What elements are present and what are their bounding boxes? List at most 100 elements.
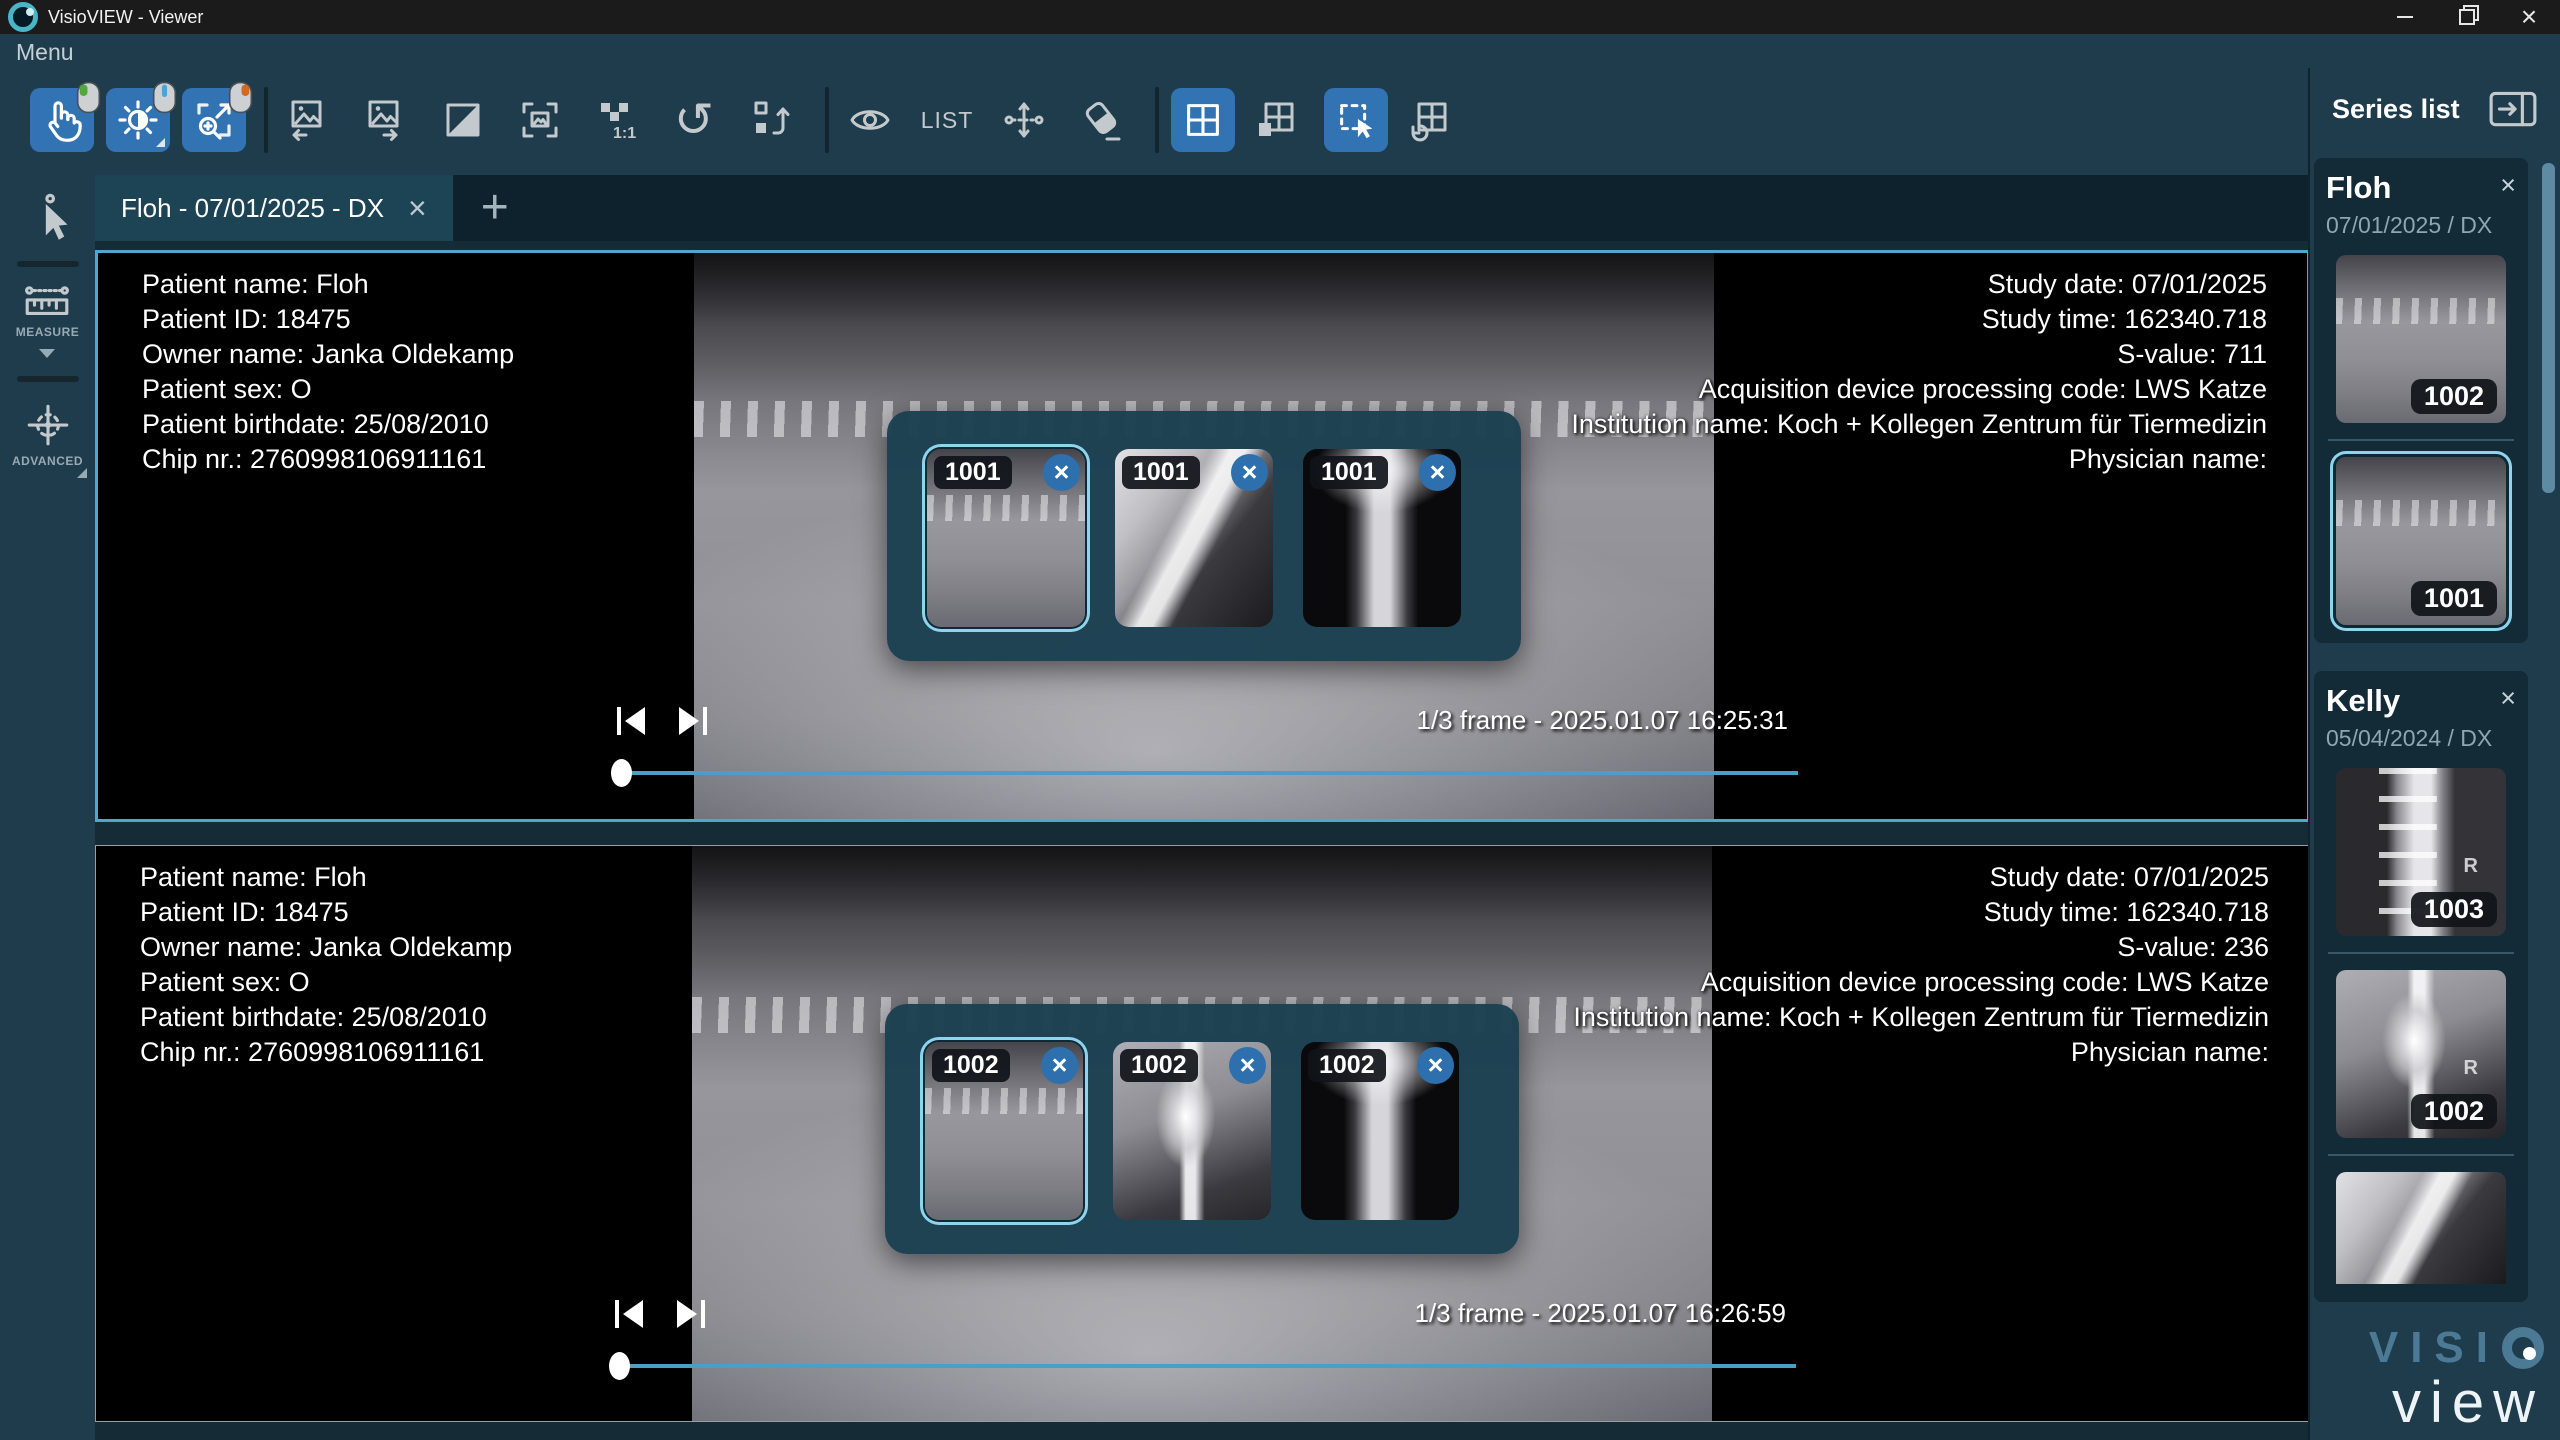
viewport-2[interactable]: Patient name: Floh Patient ID: 18475 Own… (95, 845, 2310, 1422)
patient-sex: Patient sex: O (142, 372, 514, 407)
series-thumbnail[interactable]: R 1003 (2336, 768, 2506, 936)
tab-floh-study[interactable]: Floh - 07/01/2025 - DX × (95, 175, 453, 241)
toolbar-separator (264, 87, 268, 153)
measure-tool[interactable]: MEASURE (16, 285, 80, 358)
eraser-button[interactable] (1072, 88, 1130, 152)
patient-info-overlay: Patient name: Floh Patient ID: 18475 Own… (142, 267, 514, 477)
series-thumbnail[interactable]: 1001 (2336, 457, 2506, 625)
cursor-icon (22, 191, 74, 243)
window-title: VisioVIEW - Viewer (48, 7, 203, 28)
next-frame-icon (673, 702, 711, 740)
window-level-tool-button[interactable] (106, 88, 170, 152)
viewport-1-inner: Patient name: Floh Patient ID: 18475 Own… (98, 253, 2307, 819)
collapse-panel-icon[interactable] (2488, 88, 2538, 130)
zoom-tool-button[interactable] (182, 88, 246, 152)
slider-handle[interactable] (611, 759, 632, 787)
next-frame-button[interactable] (668, 1292, 712, 1336)
owner-name: Owner name: Janka Oldekamp (140, 930, 512, 965)
slider-handle[interactable] (609, 1352, 630, 1380)
alt-layout-icon (1405, 96, 1453, 144)
tab-close-icon[interactable]: × (408, 192, 427, 224)
series-sort-button[interactable] (742, 88, 800, 152)
fit-to-screen-button[interactable] (511, 88, 569, 152)
series-number-badge: 1003 (2411, 892, 2497, 927)
tool-divider (17, 261, 79, 267)
thumbnail-close-button[interactable]: × (1043, 454, 1080, 491)
minimize-button[interactable] (2374, 0, 2436, 34)
sort-layout-icon (747, 96, 795, 144)
eye-icon (846, 96, 894, 144)
series-thumbnail[interactable]: R 1002 (2336, 970, 2506, 1138)
study-time: Study time: 162340.718 (1573, 895, 2269, 930)
pointer-tool[interactable] (22, 191, 74, 243)
close-icon: × (2521, 3, 2537, 31)
viewport-1[interactable]: Patient name: Floh Patient ID: 18475 Own… (95, 250, 2310, 822)
thumbnail-close-button[interactable]: × (1417, 1047, 1454, 1084)
region-select-button[interactable] (1324, 88, 1388, 152)
series-thumbnail[interactable] (2336, 1172, 2506, 1284)
rotate-button[interactable]: ↺ (665, 88, 723, 152)
minimize-icon (2397, 16, 2413, 18)
thumbnail-divider (2328, 1154, 2514, 1156)
previous-frame-button[interactable] (608, 1292, 652, 1336)
series-group-close-button[interactable]: × (2500, 172, 2516, 199)
grid-2x2-icon (1180, 97, 1226, 143)
thumbnail-number: 1002 (1308, 1049, 1386, 1082)
invert-button[interactable] (434, 88, 492, 152)
s-value: S-value: 236 (1573, 930, 2269, 965)
grid-layout-button[interactable] (1171, 88, 1235, 152)
left-tool-panel: MEASURE ADVANCED (0, 175, 95, 1440)
patient-id: Patient ID: 18475 (142, 302, 514, 337)
series-group-header: Floh × (2326, 170, 2516, 206)
series-group-close-button[interactable]: × (2500, 685, 2516, 712)
frame-slider[interactable] (625, 1364, 1796, 1368)
thumbnail-close-button[interactable]: × (1041, 1047, 1078, 1084)
mouse-left-button-icon (76, 81, 101, 114)
thumbnail-close-button[interactable]: × (1229, 1047, 1266, 1084)
alternate-layout-button[interactable] (1400, 88, 1458, 152)
series-thumbnail-popup: 1002 × 1002 × 1002 × (885, 1004, 1519, 1254)
next-frame-button[interactable] (670, 699, 714, 743)
series-group-date: 05/04/2024 / DX (2326, 725, 2516, 752)
thumbnail-number: 1002 (1120, 1049, 1198, 1082)
toolbar: 1:1 ↺ LIST (0, 70, 2308, 170)
thumbnail-number: 1002 (932, 1049, 1010, 1082)
visibility-button[interactable] (841, 88, 899, 152)
popup-thumbnail[interactable]: 1002 × (925, 1042, 1083, 1220)
thumbnail-close-button[interactable]: × (1231, 454, 1268, 491)
series-thumbnail-popup: 1001 × 1001 × 1001 × (887, 411, 1521, 661)
restore-button[interactable] (2436, 0, 2498, 34)
previous-image-button[interactable] (280, 88, 338, 152)
thumbnail-close-button[interactable]: × (1419, 454, 1456, 491)
svg-text:1:1: 1:1 (613, 125, 636, 142)
close-button[interactable]: × (2498, 0, 2560, 34)
advanced-tool[interactable]: ADVANCED (12, 400, 83, 468)
frame-slider[interactable] (627, 771, 1798, 775)
popup-thumbnail[interactable]: 1002 × (1301, 1042, 1459, 1220)
series-scrollbar[interactable] (2542, 163, 2555, 493)
popup-thumbnail[interactable]: 1002 × (1113, 1042, 1271, 1220)
viewport-2-inner: Patient name: Floh Patient ID: 18475 Own… (96, 846, 2309, 1421)
custom-layout-button[interactable] (1247, 88, 1305, 152)
frame-info-text: 1/3 frame - 2025.01.07 16:26:59 (1286, 1298, 1786, 1329)
series-thumbnail[interactable]: 1002 (2336, 255, 2506, 423)
pan-tool-button[interactable] (30, 88, 94, 152)
previous-frame-button[interactable] (610, 699, 654, 743)
popup-thumbnail[interactable]: 1001 × (927, 449, 1085, 627)
study-date: Study date: 07/01/2025 (1571, 267, 2267, 302)
previous-frame-icon (613, 702, 651, 740)
rotate-icon: ↺ (674, 96, 714, 144)
new-tab-button[interactable]: + (481, 184, 509, 232)
next-image-button[interactable] (357, 88, 415, 152)
list-button[interactable]: LIST (918, 88, 976, 152)
physician-name: Physician name: (1573, 1035, 2269, 1070)
popup-thumbnail[interactable]: 1001 × (1303, 449, 1461, 627)
popup-thumbnail[interactable]: 1001 × (1115, 449, 1273, 627)
window-controls: × (2374, 0, 2560, 34)
previous-frame-icon (611, 1295, 649, 1333)
measure-distance-button[interactable] (995, 88, 1053, 152)
menu-button[interactable]: Menu (0, 39, 74, 66)
series-list-panel: Series list Floh × 07/01/2025 / DX 1002 (2308, 68, 2560, 1440)
app-logo-icon (8, 2, 38, 32)
actual-pixels-button[interactable]: 1:1 (588, 88, 646, 152)
